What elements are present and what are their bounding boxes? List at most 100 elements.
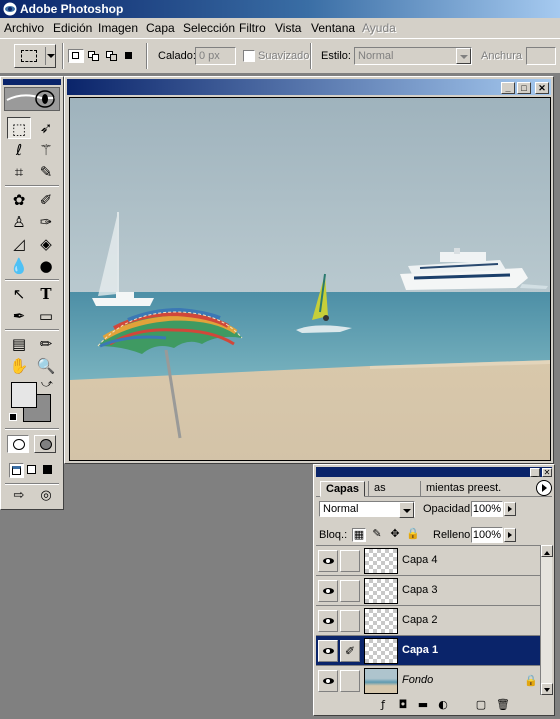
layer-link-slot[interactable] xyxy=(340,610,360,632)
paint-bucket-tool[interactable]: ◈ xyxy=(34,233,58,255)
layer-link-slot[interactable] xyxy=(340,550,360,572)
history-brush-tool[interactable]: ✑ xyxy=(34,211,58,233)
menu-ayuda[interactable]: Ayuda xyxy=(362,21,396,35)
layer-row-capa-1[interactable]: ✐ Capa 1 xyxy=(316,636,540,666)
image-canvas[interactable] xyxy=(69,97,551,461)
blend-mode-select[interactable]: Normal xyxy=(319,501,415,518)
dodge-tool[interactable]: ● xyxy=(34,255,58,277)
crop-tool[interactable]: ⌗ xyxy=(7,161,31,183)
layers-palette-title-bar[interactable] xyxy=(316,467,552,477)
layer-link-slot[interactable] xyxy=(340,670,360,692)
feather-input[interactable]: 0 px xyxy=(195,47,236,65)
lock-all-icon[interactable]: 🔒 xyxy=(406,528,420,542)
menu-seleccion[interactable]: Selección xyxy=(183,21,235,35)
width-input[interactable] xyxy=(526,47,556,65)
hand-tool[interactable]: ✋ xyxy=(7,355,31,377)
menu-imagen[interactable]: Imagen xyxy=(98,21,138,35)
close-icon[interactable]: ✕ xyxy=(535,82,549,94)
brush-tool[interactable]: ✐ xyxy=(34,189,58,211)
layer-thumbnail xyxy=(364,578,398,604)
minimize-icon[interactable]: _ xyxy=(530,468,540,477)
fill-input[interactable]: 100% xyxy=(471,527,503,543)
layer-style-icon[interactable]: ƒ xyxy=(376,698,390,712)
eraser-tool[interactable]: ◿ xyxy=(7,233,31,255)
visibility-eye-icon[interactable] xyxy=(318,550,338,572)
menu-filtro[interactable]: Filtro xyxy=(239,21,266,35)
eyedropper-tool[interactable]: ✏ xyxy=(34,333,58,355)
layer-row-fondo[interactable]: Fondo 🔒 xyxy=(316,666,540,695)
layer-link-slot[interactable] xyxy=(340,580,360,602)
subtract-from-selection-button[interactable] xyxy=(104,49,120,63)
add-mask-icon[interactable]: ◘ xyxy=(396,698,410,712)
notes-tool[interactable]: ▤ xyxy=(7,333,31,355)
standard-mode-button[interactable] xyxy=(7,435,29,453)
type-tool[interactable]: T xyxy=(34,283,58,305)
tab-herramientas-preestablecidas[interactable]: mientas preest. xyxy=(420,481,506,497)
menu-edicion[interactable]: Edición xyxy=(53,21,92,35)
app-title: Adobe Photoshop xyxy=(20,2,124,16)
new-adjustment-layer-icon[interactable]: ◐ xyxy=(436,698,450,712)
lock-position-icon[interactable]: ✥ xyxy=(388,528,402,542)
add-to-selection-button[interactable] xyxy=(86,49,102,63)
menu-capa[interactable]: Capa xyxy=(146,21,175,35)
opacity-input[interactable]: 100% xyxy=(471,501,503,517)
magic-wand-tool[interactable]: ⚚ xyxy=(34,139,58,161)
foreground-color-swatch[interactable] xyxy=(11,382,37,408)
layer-brush-icon[interactable]: ✐ xyxy=(340,640,360,662)
layer-thumbnail xyxy=(364,638,398,664)
lasso-tool[interactable]: ℓ xyxy=(7,139,31,161)
document-title-bar[interactable]: _ □ ✕ xyxy=(67,79,551,95)
visibility-eye-icon[interactable] xyxy=(318,670,338,692)
scroll-up-icon[interactable] xyxy=(541,545,553,557)
rectangle-tool[interactable]: ▭ xyxy=(34,305,58,327)
toolbox-title-bar[interactable] xyxy=(3,79,61,85)
pen-tool[interactable]: ✒ xyxy=(7,305,31,327)
jump-to-imageready-icon[interactable]: ⇨ xyxy=(7,485,31,507)
clone-stamp-tool[interactable]: ♙ xyxy=(7,211,31,233)
menu-ventana[interactable]: Ventana xyxy=(311,21,355,35)
visibility-eye-icon[interactable] xyxy=(318,610,338,632)
new-selection-button[interactable] xyxy=(68,49,84,63)
swap-colors-icon[interactable]: ⤻ xyxy=(41,378,53,391)
quick-mask-mode-button[interactable] xyxy=(34,435,56,453)
delete-layer-icon[interactable]: 🗑 xyxy=(496,698,510,712)
healing-brush-tool[interactable]: ✿ xyxy=(7,189,31,211)
slice-tool[interactable]: ✎ xyxy=(34,161,58,183)
full-screen-menu-mode-button[interactable] xyxy=(25,463,40,478)
scroll-down-icon[interactable] xyxy=(541,683,553,695)
layer-row-capa-2[interactable]: Capa 2 xyxy=(316,606,540,636)
antialias-checkbox[interactable] xyxy=(243,50,255,62)
menu-archivo[interactable]: Archivo xyxy=(4,21,44,35)
visibility-eye-icon[interactable] xyxy=(318,580,338,602)
close-icon[interactable]: ✕ xyxy=(542,468,552,477)
layer-row-capa-4[interactable]: Capa 4 xyxy=(316,546,540,576)
lock-image-icon[interactable]: ✎ xyxy=(370,528,384,542)
palette-menu-button[interactable] xyxy=(536,480,552,496)
imageready-icon[interactable]: ◎ xyxy=(34,485,58,507)
minimize-icon[interactable]: _ xyxy=(501,82,515,94)
tool-preset-picker[interactable] xyxy=(14,44,56,68)
new-layer-icon[interactable]: ▢ xyxy=(474,698,488,712)
zoom-tool[interactable]: 🔍 xyxy=(34,355,58,377)
tab-capas[interactable]: Capas xyxy=(320,481,366,497)
new-set-icon[interactable]: ▬ xyxy=(416,698,430,712)
lock-transparency-icon[interactable]: ▦ xyxy=(352,528,366,542)
layers-scrollbar[interactable] xyxy=(540,545,553,695)
intersect-selection-button[interactable] xyxy=(122,49,138,63)
opacity-slider-button[interactable] xyxy=(504,502,516,516)
tab-canales[interactable]: as xyxy=(368,481,391,497)
visibility-eye-icon[interactable] xyxy=(318,640,338,662)
style-select[interactable]: Normal xyxy=(354,47,472,65)
path-selection-tool[interactable]: ↖ xyxy=(7,283,31,305)
adobe-online-eye-icon[interactable] xyxy=(4,87,60,111)
layer-row-capa-3[interactable]: Capa 3 xyxy=(316,576,540,606)
default-colors-icon[interactable] xyxy=(9,413,17,421)
rectangular-marquee-tool[interactable]: ⬚ xyxy=(7,117,31,139)
fill-slider-button[interactable] xyxy=(504,528,516,542)
blur-tool[interactable]: 💧 xyxy=(7,255,31,277)
move-tool[interactable]: ➶ xyxy=(34,117,58,139)
full-screen-mode-button[interactable] xyxy=(41,463,56,478)
menu-vista[interactable]: Vista xyxy=(275,21,301,35)
standard-screen-mode-button[interactable] xyxy=(9,463,24,478)
maximize-icon[interactable]: □ xyxy=(517,82,531,94)
